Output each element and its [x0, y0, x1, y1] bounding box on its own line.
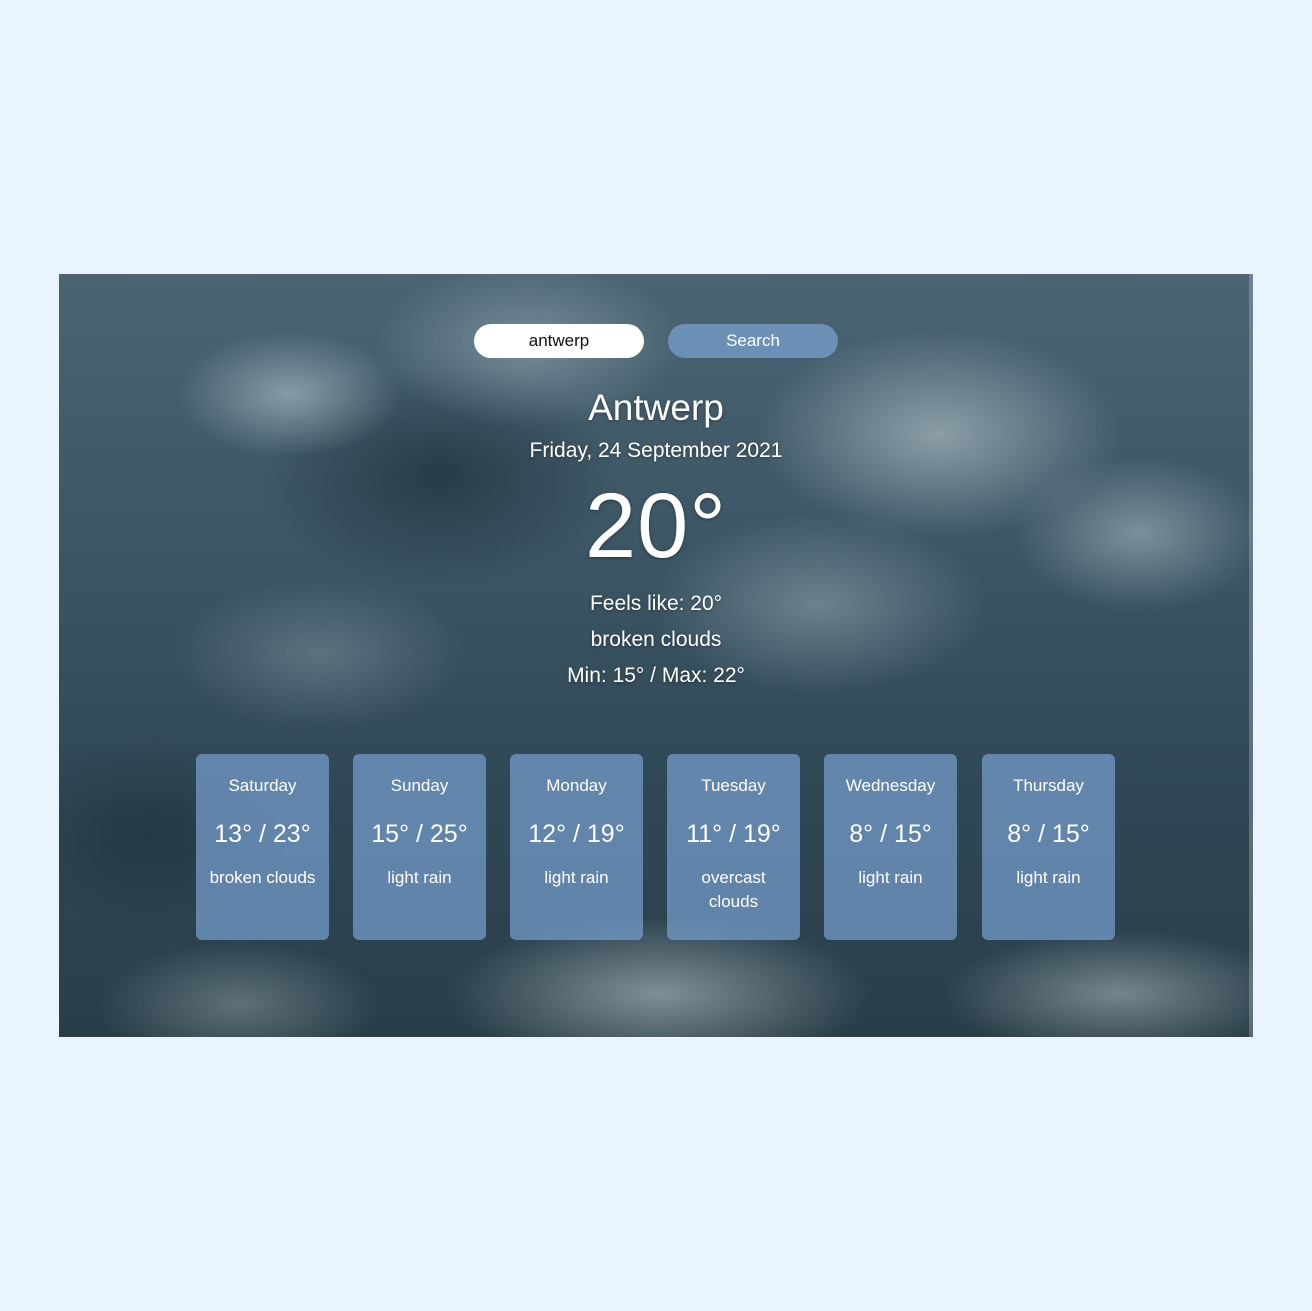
forecast-card-monday: Monday 12° / 19° light rain: [510, 754, 643, 940]
forecast-description: light rain: [1016, 868, 1081, 887]
city-search-input[interactable]: [474, 324, 644, 358]
feels-like-text: Feels like: 20°: [589, 592, 723, 615]
forecast-temperature: 13° / 23°: [214, 820, 311, 848]
weather-app-frame: Search Antwerp Friday, 24 September 2021…: [59, 274, 1253, 1037]
forecast-day-name: Saturday: [228, 776, 297, 795]
weather-description: broken clouds: [590, 628, 722, 651]
forecast-description: light rain: [858, 868, 923, 887]
current-date: Friday, 24 September 2021: [529, 439, 783, 462]
forecast-card-saturday: Saturday 13° / 23° broken clouds: [196, 754, 329, 940]
forecast-temperature: 15° / 25°: [371, 820, 468, 848]
forecast-description: overcast clouds: [701, 868, 766, 911]
forecast-day-name: Monday: [546, 776, 607, 795]
forecast-description: broken clouds: [209, 868, 316, 887]
current-temperature: 20°: [584, 475, 728, 577]
forecast-card-wednesday: Wednesday 8° / 15° light rain: [824, 754, 957, 940]
min-max-temperature: Min: 15° / Max: 22°: [567, 664, 745, 687]
forecast-card-tuesday: Tuesday 11° / 19° overcast clouds: [667, 754, 800, 940]
forecast-day-name: Tuesday: [701, 776, 766, 795]
forecast-card-thursday: Thursday 8° / 15° light rain: [982, 754, 1115, 940]
forecast-day-name: Thursday: [1013, 776, 1084, 795]
search-button[interactable]: Search: [668, 324, 838, 358]
forecast-description: light rain: [387, 868, 452, 887]
forecast-list: Saturday 13° / 23° broken clouds Sunday …: [196, 754, 1116, 940]
forecast-temperature: 12° / 19°: [528, 820, 625, 848]
forecast-card-sunday: Sunday 15° / 25° light rain: [353, 754, 486, 940]
city-name: Antwerp: [588, 387, 724, 428]
forecast-day-name: Wednesday: [845, 776, 936, 795]
forecast-day-name: Sunday: [390, 776, 449, 795]
forecast-description: light rain: [544, 868, 609, 887]
forecast-temperature: 8° / 15°: [1007, 820, 1090, 848]
forecast-temperature: 11° / 19°: [686, 820, 781, 848]
forecast-temperature: 8° / 15°: [849, 820, 932, 848]
search-bar: Search: [59, 324, 1253, 358]
